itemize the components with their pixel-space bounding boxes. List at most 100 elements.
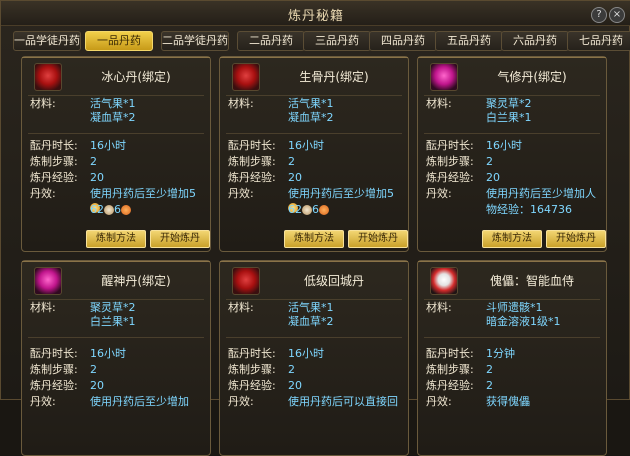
time-value: 16小时 xyxy=(90,139,126,152)
divider xyxy=(424,133,600,134)
divider xyxy=(226,299,402,300)
divider xyxy=(28,299,204,300)
bronze-coin-icon xyxy=(121,205,131,215)
exp-value: 20 xyxy=(288,171,302,184)
potion-name: 醒神丹(绑定) xyxy=(101,274,171,288)
tab-grade5[interactable]: 五品丹药 xyxy=(435,31,503,51)
time-label: 酝丹时长: xyxy=(426,347,474,360)
material-label: 材料: xyxy=(228,301,254,314)
potion-name: 冰心丹(绑定) xyxy=(101,70,171,84)
steps-value: 2 xyxy=(288,363,295,376)
material-value: 暗金溶液1级*1 xyxy=(486,315,561,328)
steps-label: 炼制步骤: xyxy=(426,155,474,168)
material-label: 材料: xyxy=(426,97,452,110)
tab-grade6[interactable]: 六品丹药 xyxy=(501,31,569,51)
material-value: 聚灵草*2 xyxy=(486,97,532,110)
bronze-coin-icon xyxy=(319,205,329,215)
close-icon[interactable]: × xyxy=(609,7,625,23)
effect-text: 获得傀儡 xyxy=(486,395,530,408)
material-label: 材料: xyxy=(30,97,56,110)
material-value: 凝血草*2 xyxy=(90,111,136,124)
time-label: 酝丹时长: xyxy=(30,347,78,360)
silver-coin-icon xyxy=(302,205,312,215)
divider xyxy=(226,95,402,96)
material-value: 活气果*1 xyxy=(288,301,334,314)
tab-grade3[interactable]: 三品丹药 xyxy=(303,31,371,51)
exp-value: 2 xyxy=(486,379,493,392)
steps-label: 炼制步骤: xyxy=(426,363,474,376)
silver-coin-icon xyxy=(104,205,114,215)
tab-grade4[interactable]: 四品丹药 xyxy=(369,31,437,51)
divider xyxy=(28,133,204,134)
exp-label: 炼丹经验: xyxy=(426,171,474,184)
time-label: 酝丹时长: xyxy=(228,347,276,360)
steps-label: 炼制步骤: xyxy=(30,155,78,168)
steps-value: 2 xyxy=(486,363,493,376)
potion-card: 气修丹(绑定) 材料: 聚灵草*2 白兰果*1 酝丹时长: 16小时 炼制步骤:… xyxy=(417,56,607,252)
steps-value: 2 xyxy=(486,155,493,168)
material-value: 白兰果*1 xyxy=(486,111,532,124)
tab-bar: 一品学徒丹药 一品丹药 二品学徒丹药 二品丹药 三品丹药 四品丹药 五品丹药 六… xyxy=(13,31,630,51)
start-alchemy-button[interactable]: 开始炼丹 xyxy=(348,230,408,248)
divider xyxy=(424,299,600,300)
material-value: 白兰果*1 xyxy=(90,315,136,328)
material-value: 凝血草*2 xyxy=(288,315,334,328)
divider xyxy=(424,95,600,96)
effect-text: 使用丹药后至少增加人 xyxy=(486,187,596,200)
potion-card: 傀儡：智能血侍 材料: 斗师遗骸*1 暗金溶液1级*1 酝丹时长: 1分钟 炼制… xyxy=(417,260,607,456)
effect-label: 丹效: xyxy=(228,395,254,408)
exp-label: 炼丹经验: xyxy=(30,171,78,184)
start-alchemy-button[interactable]: 开始炼丹 xyxy=(546,230,606,248)
material-value: 活气果*1 xyxy=(90,97,136,110)
exp-label: 炼丹经验: xyxy=(228,379,276,392)
time-label: 酝丹时长: xyxy=(426,139,474,152)
divider xyxy=(28,95,204,96)
start-alchemy-button[interactable]: 开始炼丹 xyxy=(150,230,210,248)
exp-label: 炼丹经验: xyxy=(426,379,474,392)
tab-grade7[interactable]: 七品丹药 xyxy=(567,31,630,51)
material-label: 材料: xyxy=(228,97,254,110)
effect-label: 丹效: xyxy=(426,187,452,200)
steps-value: 2 xyxy=(90,363,97,376)
steps-label: 炼制步骤: xyxy=(228,363,276,376)
puppet-orb-icon xyxy=(430,267,458,295)
effect-text: 物经验：164736 xyxy=(486,203,572,216)
exp-value: 20 xyxy=(288,379,302,392)
divider xyxy=(424,337,600,338)
red-pill-icon xyxy=(34,63,62,91)
craft-method-button[interactable]: 炼制方法 xyxy=(86,230,146,248)
window-title: 炼丹秘籍 xyxy=(287,9,344,24)
time-label: 酝丹时长: xyxy=(228,139,276,152)
pink-pill-icon xyxy=(430,63,458,91)
effect-text: 使用丹药后至少增加 xyxy=(90,395,189,408)
tab-grade2-apprentice[interactable]: 二品学徒丹药 xyxy=(161,31,229,51)
potion-card: 醒神丹(绑定) 材料: 聚灵草*2 白兰果*1 酝丹时长: 16小时 炼制步骤:… xyxy=(21,260,211,456)
time-value: 1分钟 xyxy=(486,347,515,360)
potion-name: 生骨丹(绑定) xyxy=(299,70,369,84)
tab-grade1-apprentice[interactable]: 一品学徒丹药 xyxy=(13,31,81,51)
tab-grade1[interactable]: 一品丹药 xyxy=(85,31,153,51)
divider xyxy=(28,337,204,338)
time-value: 16小时 xyxy=(90,347,126,360)
potion-name: 低级回城丹 xyxy=(303,274,364,288)
material-value: 凝血草*2 xyxy=(288,111,334,124)
potion-card: 冰心丹(绑定) 材料: 活气果*1 凝血草*2 酝丹时长: 16小时 炼制步骤:… xyxy=(21,56,211,252)
pink-pill-icon xyxy=(34,267,62,295)
steps-label: 炼制步骤: xyxy=(30,363,78,376)
effect-label: 丹效: xyxy=(228,187,254,200)
material-label: 材料: xyxy=(426,301,452,314)
effect-label: 丹效: xyxy=(30,395,56,408)
effect-text: 62 6 xyxy=(90,203,205,217)
material-value: 聚灵草*2 xyxy=(90,301,136,314)
craft-method-button[interactable]: 炼制方法 xyxy=(482,230,542,248)
tab-grade2[interactable]: 二品丹药 xyxy=(237,31,305,51)
craft-method-button[interactable]: 炼制方法 xyxy=(284,230,344,248)
steps-value: 2 xyxy=(90,155,97,168)
exp-value: 20 xyxy=(486,171,500,184)
potion-card: 低级回城丹 材料: 活气果*1 凝血草*2 酝丹时长: 16小时 炼制步骤: 2… xyxy=(219,260,409,456)
exp-value: 20 xyxy=(90,379,104,392)
alchemy-window: 炼丹秘籍 ? × 一品学徒丹药 一品丹药 二品学徒丹药 二品丹药 三品丹药 四品… xyxy=(0,0,630,456)
potion-name: 傀儡：智能血侍 xyxy=(489,274,574,288)
material-value: 活气果*1 xyxy=(288,97,334,110)
question-mark-icon[interactable]: ? xyxy=(591,7,607,23)
